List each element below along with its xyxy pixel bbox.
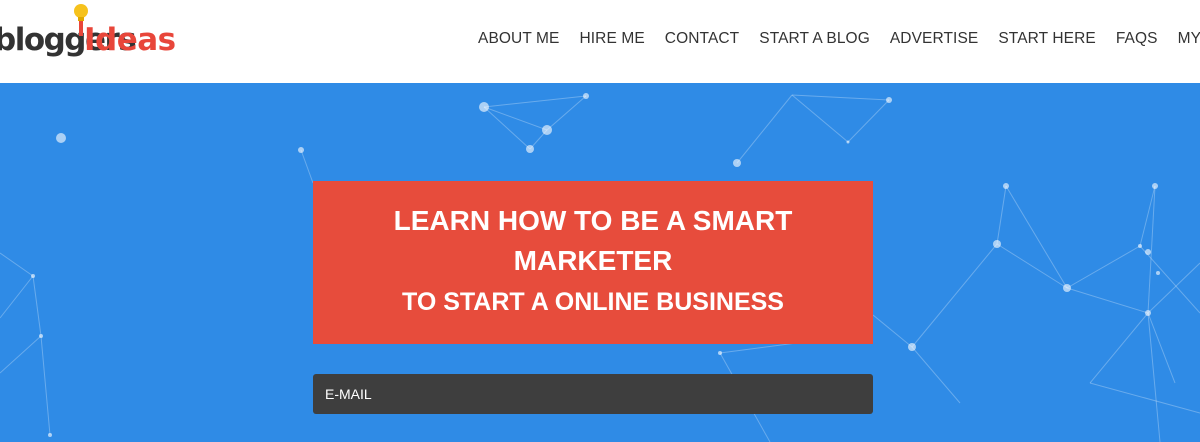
hero-section: LEARN HOW TO BE A SMART MARKETER TO STAR…: [0, 83, 1200, 442]
nav-faqs[interactable]: FAQS: [1116, 30, 1158, 48]
nav-my-tools[interactable]: MY TOOLS: [1178, 30, 1200, 48]
subheadline: TO START A ONLINE BUSINESS: [402, 288, 784, 316]
nav-start-a-blog[interactable]: START A BLOG: [759, 30, 870, 48]
site-header: bloggers Ideas ABOUT ME HIRE ME CONTACT …: [0, 0, 1200, 83]
nav-contact[interactable]: CONTACT: [665, 30, 739, 48]
nav-advertise[interactable]: ADVERTISE: [890, 30, 978, 48]
email-field[interactable]: E-MAIL: [313, 374, 873, 414]
headline-banner: LEARN HOW TO BE A SMART MARKETER TO STAR…: [313, 181, 873, 344]
nav-hire-me[interactable]: HIRE ME: [579, 30, 644, 48]
logo-text-accent: Ideas: [84, 22, 176, 58]
main-nav: ABOUT ME HIRE ME CONTACT START A BLOG AD…: [478, 30, 1200, 48]
nav-about-me[interactable]: ABOUT ME: [478, 30, 559, 48]
email-field-label: E-MAIL: [325, 386, 372, 402]
nav-start-here[interactable]: START HERE: [998, 30, 1095, 48]
headline: LEARN HOW TO BE A SMART MARKETER: [393, 205, 793, 276]
